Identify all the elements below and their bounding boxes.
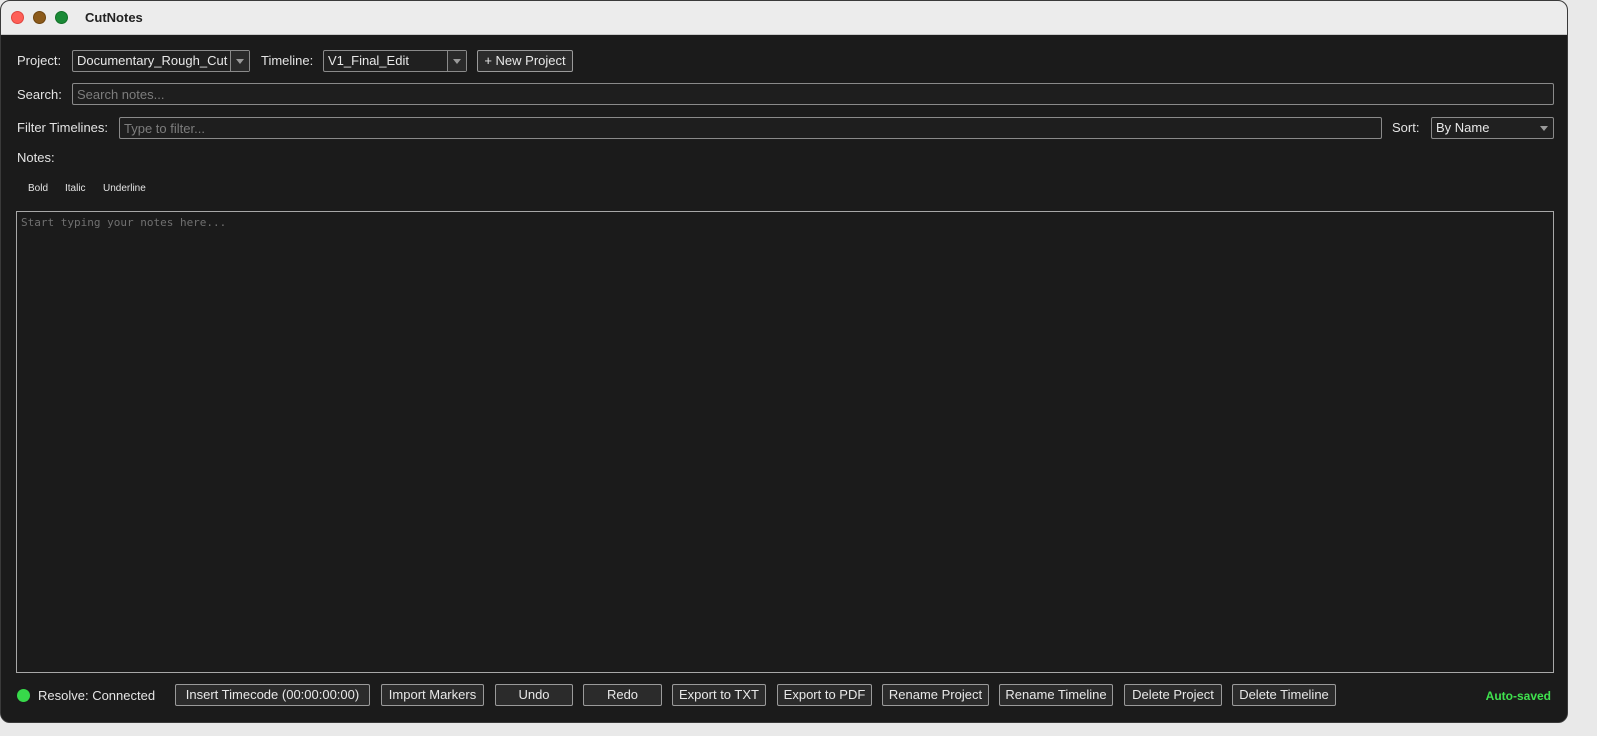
import-markers-button[interactable]: Import Markers <box>381 684 484 706</box>
project-label: Project: <box>17 53 62 68</box>
rename-timeline-button[interactable]: Rename Timeline <box>999 684 1113 706</box>
rename-project-button[interactable]: Rename Project <box>882 684 989 706</box>
maximize-window-icon[interactable] <box>55 11 68 24</box>
close-window-icon[interactable] <box>11 11 24 24</box>
chevron-down-icon[interactable] <box>1535 118 1553 138</box>
sort-label: Sort: <box>1392 120 1420 135</box>
project-dropdown[interactable]: Documentary_Rough_Cut <box>72 50 250 72</box>
chevron-down-icon[interactable] <box>447 51 466 71</box>
export-txt-button[interactable]: Export to TXT <box>672 684 766 706</box>
undo-button[interactable]: Undo <box>495 684 573 706</box>
search-input[interactable] <box>72 83 1554 105</box>
bold-button[interactable]: Bold <box>28 183 48 194</box>
redo-button[interactable]: Redo <box>583 684 662 706</box>
filter-timelines-label: Filter Timelines: <box>17 120 109 135</box>
filter-timelines-input[interactable] <box>119 117 1382 139</box>
italic-button[interactable]: Italic <box>65 183 86 194</box>
timeline-selected-value: V1_Final_Edit <box>328 53 409 68</box>
project-selected-value: Documentary_Rough_Cut <box>77 53 228 68</box>
resolve-status-text: Resolve: Connected <box>38 688 156 703</box>
underline-button[interactable]: Underline <box>103 183 146 194</box>
app-window: CutNotes Project: Documentary_Rough_Cut … <box>0 0 1568 723</box>
new-project-button[interactable]: + New Project <box>477 50 573 72</box>
connection-status-icon <box>17 689 30 702</box>
timeline-dropdown[interactable]: V1_Final_Edit <box>323 50 467 72</box>
title-bar: CutNotes <box>1 1 1567 35</box>
sort-selected-value: By Name <box>1436 120 1490 135</box>
search-label: Search: <box>17 87 62 102</box>
main-content: Project: Documentary_Rough_Cut Timeline:… <box>1 35 1567 722</box>
window-title: CutNotes <box>85 10 143 25</box>
sort-dropdown[interactable]: By Name <box>1431 117 1554 139</box>
insert-timecode-button[interactable]: Insert Timecode (00:00:00:00) <box>175 684 370 706</box>
notes-label: Notes: <box>17 150 55 165</box>
autosave-status: Auto-saved <box>1485 689 1551 703</box>
notes-editor[interactable] <box>16 211 1554 673</box>
chevron-down-icon[interactable] <box>230 51 249 71</box>
delete-project-button[interactable]: Delete Project <box>1124 684 1222 706</box>
timeline-label: Timeline: <box>261 53 314 68</box>
delete-timeline-button[interactable]: Delete Timeline <box>1232 684 1336 706</box>
export-pdf-button[interactable]: Export to PDF <box>777 684 872 706</box>
minimize-window-icon[interactable] <box>33 11 46 24</box>
